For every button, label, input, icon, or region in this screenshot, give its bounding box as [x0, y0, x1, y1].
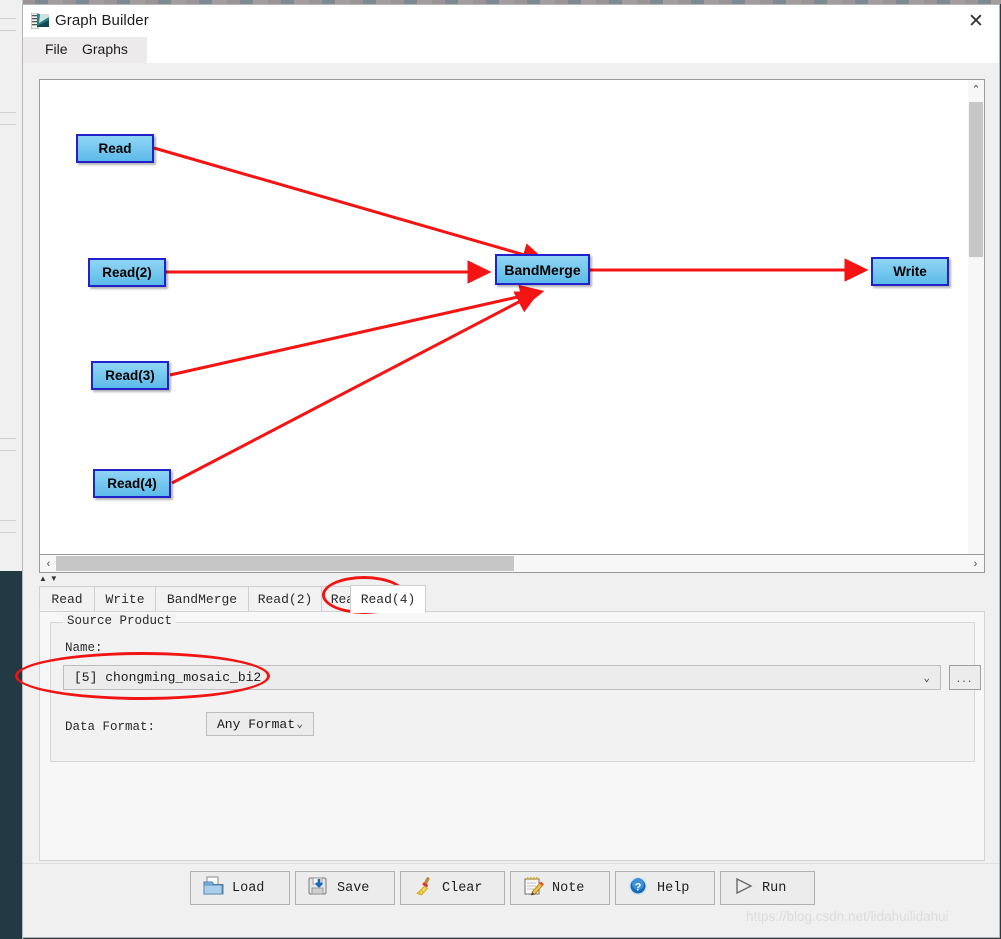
- floppy-icon: [308, 876, 330, 901]
- chevron-down-icon: ⌄: [923, 672, 930, 685]
- node-label: Read(3): [105, 368, 155, 383]
- desktop-background: [0, 571, 22, 939]
- operator-panel: Source Product Name: [5] chongming_mosai…: [39, 611, 985, 861]
- graph-canvas-inner: Read Read(2) Read(3) Read(4) BandMerge W…: [40, 80, 968, 572]
- browse-button[interactable]: ...: [949, 665, 981, 690]
- operator-tabs: Read Write BandMerge Read(2) Read(3) Rea…: [39, 585, 985, 613]
- tab-bandmerge[interactable]: BandMerge: [155, 586, 249, 612]
- node-label: Write: [893, 264, 927, 279]
- tab-read2[interactable]: Read(2): [248, 586, 322, 612]
- node-label: Read: [98, 141, 132, 156]
- data-format-value: Any Format: [217, 716, 296, 732]
- tab-write[interactable]: Write: [94, 586, 156, 612]
- node-label: Read(2): [102, 265, 152, 280]
- title-bar: Graph Builder ✕: [23, 5, 999, 37]
- note-button[interactable]: Note: [510, 871, 610, 905]
- scroll-up-icon[interactable]: ⌃: [968, 80, 984, 98]
- broom-icon: [413, 876, 435, 901]
- node-label: BandMerge: [504, 261, 581, 278]
- tab-scroll-icon[interactable]: ▲▼: [39, 574, 79, 585]
- tab-label: Read(4): [360, 592, 416, 607]
- svg-text:?: ?: [635, 881, 642, 893]
- folder-icon: [203, 876, 225, 901]
- tab-read[interactable]: Read: [39, 586, 95, 612]
- menu-bar: [23, 37, 999, 63]
- tab-label: Read(2): [257, 592, 313, 607]
- graph-connections: [153, 146, 869, 485]
- node-label: Read(4): [107, 476, 157, 491]
- run-button-label: Run: [762, 880, 787, 896]
- save-button-label: Save: [337, 880, 370, 896]
- screen: Graph Builder ✕ File Graphs Read Read(2)…: [0, 0, 1001, 939]
- graph-node-read4[interactable]: Read(4): [93, 469, 171, 498]
- close-icon[interactable]: ✕: [953, 5, 999, 37]
- background-app-lines: [0, 0, 22, 571]
- graph-node-bandmerge[interactable]: BandMerge: [495, 254, 590, 285]
- graph-node-read3[interactable]: Read(3): [91, 361, 169, 390]
- data-format-label: Data Format:: [65, 720, 156, 734]
- graph-builder-window: Graph Builder ✕ File Graphs Read Read(2)…: [22, 4, 1000, 938]
- run-button[interactable]: Run: [720, 871, 815, 905]
- menu-item-file[interactable]: File: [45, 41, 68, 57]
- tab-label: BandMerge: [166, 592, 238, 607]
- help-button[interactable]: ? Help: [615, 871, 715, 905]
- canvas-vertical-scrollbar[interactable]: ⌃ ⌄: [968, 79, 985, 573]
- tab-label: Write: [105, 592, 145, 607]
- note-button-label: Note: [552, 880, 585, 896]
- graph-canvas[interactable]: Read Read(2) Read(3) Read(4) BandMerge W…: [39, 79, 985, 573]
- play-icon: [733, 876, 755, 901]
- graph-node-read[interactable]: Read: [76, 134, 154, 163]
- menu-item-graphs[interactable]: Graphs: [82, 41, 128, 57]
- clear-button[interactable]: Clear: [400, 871, 505, 905]
- watermark: https://blog.csdn.net/lidahuilidahui: [746, 909, 949, 924]
- clear-button-label: Clear: [442, 880, 483, 896]
- graph-node-read2[interactable]: Read(2): [88, 258, 166, 287]
- source-product-title: Source Product: [63, 614, 177, 628]
- help-button-label: Help: [657, 880, 690, 896]
- tab-label: Read: [51, 592, 83, 607]
- graph-node-write[interactable]: Write: [871, 257, 949, 286]
- scroll-left-icon[interactable]: ‹: [40, 555, 57, 572]
- window-title: Graph Builder: [55, 12, 149, 29]
- graph-builder-icon: [30, 12, 49, 30]
- load-button-label: Load: [232, 880, 265, 896]
- load-button[interactable]: Load: [190, 871, 290, 905]
- notepad-icon: [523, 876, 545, 901]
- annotation-ellipse-product-combobox: [15, 652, 270, 700]
- data-format-combobox[interactable]: Any Format ⌄: [206, 712, 314, 736]
- vertical-scroll-thumb[interactable]: [969, 102, 983, 257]
- panel-divider: [23, 863, 999, 864]
- save-button[interactable]: Save: [295, 871, 395, 905]
- tab-read4[interactable]: Read(4): [350, 585, 426, 613]
- question-icon: ?: [628, 876, 650, 901]
- scroll-right-icon[interactable]: ›: [967, 555, 984, 572]
- browse-button-label: ...: [956, 670, 974, 685]
- chevron-down-icon: ⌄: [296, 719, 303, 731]
- canvas-horizontal-scrollbar[interactable]: ‹ ›: [39, 554, 985, 573]
- horizontal-scroll-thumb[interactable]: [56, 556, 514, 571]
